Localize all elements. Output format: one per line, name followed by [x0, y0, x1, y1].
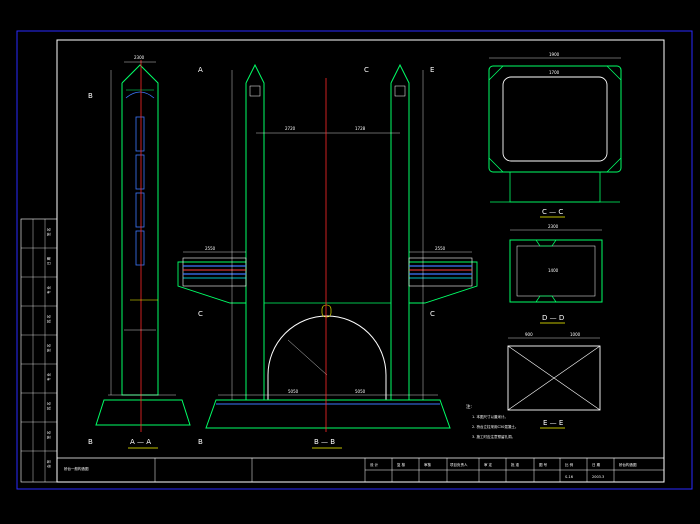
- cad-drawing: 签 名 日 期 专 业 姓 名 签 名 专 业 姓 名 签 名 会 签 2300: [16, 30, 693, 490]
- dim-top-width: 2300: [134, 55, 145, 60]
- dim-deck-left: 2550: [205, 246, 216, 251]
- dim-cc-inner: 1700: [549, 70, 560, 75]
- mark-b-bottom-left: B: [88, 438, 93, 446]
- side-cell-5: 签 名: [46, 344, 51, 352]
- label-d-d: D — D: [542, 314, 564, 322]
- label-a-a: A — A: [130, 438, 151, 446]
- tb-cell-11: S-16: [565, 475, 573, 479]
- side-cell-3: 专 业: [46, 285, 51, 294]
- mark-b-left: B: [88, 92, 93, 100]
- dim-ee-left: 900: [525, 332, 533, 337]
- side-cell-9: 会 签: [46, 459, 51, 468]
- tb-cell-2: 复 核: [397, 462, 406, 467]
- tb-cell-9: 日 期: [592, 462, 601, 467]
- tb-cell-6: 批 准: [511, 462, 520, 467]
- dim-dd-mid: 1400: [548, 268, 559, 273]
- tb-cell-8: 比 例: [565, 462, 574, 467]
- side-cell-8: 签 名: [46, 431, 51, 439]
- note-2: 2. 桥台立柱采用C30混凝土。: [472, 424, 518, 429]
- title-block: 桥台一般构造图 设 计 复 核 审核 项目负责人 审 定 批 准 图 号 比 例…: [57, 457, 664, 482]
- dim-ee-right: 1000: [570, 332, 581, 337]
- side-cell-6: 专 业: [46, 372, 51, 381]
- label-b-b: B — B: [314, 438, 335, 446]
- note-1: 1. 本图尺寸以厘米计。: [472, 414, 508, 419]
- mark-c-right: C: [364, 66, 369, 74]
- view-e-e-section: 900 1000 E — E: [507, 332, 601, 429]
- view-b-b-elevation: 2720 1728 2550 2550 5050 5050: [177, 63, 478, 432]
- tb-cell-4: 项目负责人: [450, 462, 468, 467]
- view-d-d-section: 2300 1400 D — D: [509, 224, 603, 324]
- dim-deck-right: 2550: [435, 246, 446, 251]
- view-c-c-section: 1900 1700 C — C: [488, 52, 622, 218]
- dim-dd-total: 2300: [548, 224, 559, 229]
- view-a-a-column: 2300: [95, 55, 191, 432]
- side-cell-4: 姓 名: [46, 315, 51, 323]
- mark-c-right-2: C: [430, 310, 435, 318]
- dim-span-right: 1728: [355, 126, 366, 131]
- tb-cell-3: 审核: [424, 462, 432, 467]
- mark-a-mid: A: [198, 66, 203, 74]
- mark-c-left: C: [198, 310, 203, 318]
- side-cell-7: 姓 名: [46, 402, 51, 410]
- label-c-c: C — C: [542, 208, 563, 216]
- notes-heading: 注:: [466, 403, 472, 410]
- dim-base-right: 5050: [355, 389, 366, 394]
- tb-cell-10: 桥台构造图: [619, 462, 637, 467]
- tb-drawing-name: 桥台一般构造图: [64, 466, 89, 471]
- side-signature-strip: 签 名 日 期 专 业 姓 名 签 名 专 业 姓 名 签 名 会 签: [20, 218, 58, 483]
- dim-base-left: 5050: [288, 389, 299, 394]
- tb-cell-1: 设 计: [370, 462, 379, 467]
- drawing-border: [56, 39, 665, 483]
- note-3: 3. 施工时应注意预留孔洞。: [472, 434, 515, 439]
- mark-e-right: E: [430, 66, 434, 74]
- label-e-e: E — E: [543, 419, 563, 427]
- tb-cell-12: 2003.3: [592, 475, 604, 479]
- dim-span-left: 2720: [285, 126, 296, 131]
- tb-cell-7: 图 号: [539, 462, 548, 467]
- mark-b-bottom-right: B: [198, 438, 203, 446]
- outer-frame: [16, 30, 693, 490]
- tb-cell-5: 审 定: [484, 462, 493, 467]
- dim-cc-top: 1900: [549, 52, 560, 57]
- side-cell-1: 签 名: [46, 228, 51, 236]
- side-cell-2: 日 期: [46, 256, 51, 265]
